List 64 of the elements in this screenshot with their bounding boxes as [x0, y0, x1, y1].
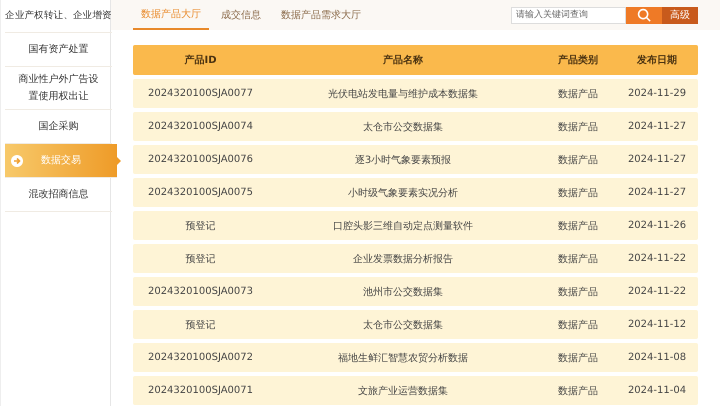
table-cell-text: 口腔头影三维自动定点测量软件 [332, 220, 474, 232]
column-header: 产品名称 [382, 54, 424, 67]
table-cell-text: 太仓市公交数据集 [362, 120, 444, 134]
search-icon [637, 8, 651, 22]
table-cell-text: 2024320100SJA0076 [146, 154, 254, 165]
table-row[interactable]: 2024320100SJA0071 文旅产业运营数据集 数据产品 2024-11-04 [133, 376, 698, 405]
table-cell-text: 数据产品 [557, 220, 599, 232]
table-row[interactable]: 2024320100SJA0076 逐3小时气象要素预报 数据产品 2024-11-27 [133, 145, 698, 174]
table-row[interactable]: 预登记 企业发票数据分析报告 数据产品 2024-11-22 [133, 244, 698, 273]
search-button[interactable] [626, 6, 662, 24]
sidebar-item[interactable]: 混改招商信息 [5, 178, 112, 212]
table-cell-text: 2024-11-27 [626, 154, 688, 165]
table-row[interactable]: 2024320100SJA0077 光伏电站发电量与维护成本数据集 数据产品 2024-11-29 [133, 79, 698, 108]
table-cell-text: 2024-11-04 [626, 385, 688, 396]
table-cell-text: 2024-11-12 [626, 319, 688, 330]
table-cell-text: 数据产品 [557, 186, 599, 200]
sidebar-item[interactable]: 商业性户外广告设置使用权出让 [5, 67, 112, 110]
table-cell-text: 数据产品 [557, 352, 599, 364]
table-cell-text: 2024320100SJA0071 [146, 385, 254, 396]
table-cell-text: 数据产品 [557, 154, 599, 166]
table-cell-text: 数据产品 [557, 120, 599, 134]
table-cell-text: 企业发票数据分析报告 [352, 252, 454, 266]
table-cell-text: 数据产品 [557, 384, 599, 398]
table-cell-text: 2024320100SJA0074 [146, 121, 254, 132]
table-cell-text: 2024320100SJA0077 [146, 88, 254, 99]
table-row[interactable]: 2024320100SJA0075 小时级气象要素实况分析 数据产品 2024-11-27 [133, 178, 698, 207]
table-cell-text: 太仓市公交数据集 [362, 318, 444, 332]
table-cell-text: 数据产品 [557, 318, 599, 332]
table-cell-text: 预登记 [184, 252, 216, 266]
table-cell-text: 小时级气象要素实况分析 [347, 186, 459, 200]
table-cell-text: 文旅产业运营数据集 [357, 384, 449, 398]
table-cell-text: 福地生鲜汇智慧农贸分析数据 [337, 352, 469, 364]
table-cell-text: 2024-11-29 [626, 88, 688, 99]
table-cell-text: 预登记 [184, 220, 216, 232]
table-cell-text: 2024320100SJA0073 [146, 286, 254, 297]
advanced-button[interactable]: 高级 [662, 6, 698, 24]
arrow-icon [11, 154, 23, 167]
table-cell-text: 2024-11-22 [626, 253, 688, 264]
column-header: 产品类别 [557, 54, 599, 67]
table-cell-text: 2024-11-26 [626, 220, 688, 231]
tab[interactable]: 成交信息 [213, 0, 269, 30]
table-cell-text: 数据产品 [557, 88, 599, 100]
sidebar-item[interactable]: 国有资产处置 [5, 33, 112, 68]
table-cell-text: 2024-11-27 [626, 187, 688, 198]
table-cell-text: 预登记 [184, 318, 216, 332]
table-row[interactable]: 预登记 口腔头影三维自动定点测量软件 数据产品 2024-11-26 [133, 211, 698, 240]
table-row[interactable]: 2024320100SJA0072 福地生鲜汇智慧农贸分析数据 数据产品 2024-11-08 [133, 343, 698, 372]
table-cell-text: 2024-11-22 [626, 286, 688, 297]
tab[interactable]: 数据产品需求大厅 [273, 0, 369, 30]
table-cell-text: 光伏电站发电量与维护成本数据集 [327, 88, 479, 100]
table-cell-text: 数据产品 [557, 286, 599, 298]
table-cell-text: 逐3小时气象要素预报 [354, 154, 452, 166]
search-field[interactable]: 请输入关键词查询 [511, 6, 626, 24]
column-header: 发布日期 [636, 54, 678, 67]
table-cell-text: 2024320100SJA0075 [146, 187, 254, 198]
table-row[interactable]: 预登记 太仓市公交数据集 数据产品 2024-11-12 [133, 310, 698, 339]
column-header: 产品ID [183, 54, 218, 67]
table-cell-text: 2024-11-08 [626, 352, 688, 363]
table-cell-text: 2024320100SJA0072 [146, 352, 254, 363]
table-cell-text: 池州市公交数据集 [362, 286, 444, 298]
table-cell-text: 2024-11-27 [626, 121, 688, 132]
table-row[interactable]: 2024320100SJA0074 太仓市公交数据集 数据产品 2024-11-27 [133, 112, 698, 141]
table-cell-text: 数据产品 [557, 252, 599, 266]
table-row[interactable]: 2024320100SJA0073 池州市公交数据集 数据产品 2024-11-22 [133, 277, 698, 306]
